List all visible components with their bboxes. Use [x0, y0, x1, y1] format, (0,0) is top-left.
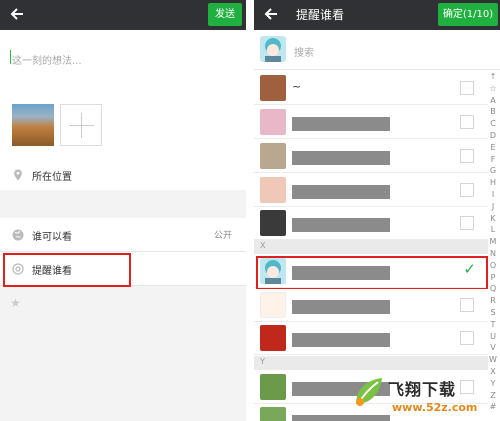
alphabet-index-letter[interactable]: C [488, 119, 498, 128]
contact-row[interactable] [254, 174, 488, 207]
watermark: 飞翔下载 www.52z.com [348, 372, 500, 421]
remind-who-screen: 提醒谁看 确定(1/10) 搜索 ~ X ✓ Y ↑ ☆ A B C D E F… [254, 0, 500, 421]
alphabet-index-letter[interactable]: ↑ [488, 72, 498, 81]
send-button[interactable]: 发送 [208, 3, 242, 26]
alphabet-index-letter[interactable]: P [488, 273, 498, 282]
contact-checkbox[interactable] [460, 216, 474, 230]
contact-row[interactable] [254, 207, 488, 240]
visibility-label: 谁可以看 [32, 232, 72, 243]
contact-row[interactable] [254, 289, 488, 322]
contact-avatar [260, 407, 286, 421]
alphabet-index-letter[interactable]: U [488, 332, 498, 341]
contact-checkbox[interactable] [460, 298, 474, 312]
contact-name-redacted [292, 333, 390, 347]
contact-checkbox[interactable] [460, 183, 474, 197]
alphabet-index-letter[interactable]: K [488, 214, 498, 223]
contact-avatar [260, 210, 286, 236]
contact-avatar [260, 109, 286, 135]
search-bar[interactable]: 搜索 [254, 30, 500, 70]
confirm-button[interactable]: 确定(1/10) [438, 3, 498, 26]
section-header-y: Y [254, 356, 488, 370]
compose-moment-screen: 发送 这一刻的想法... 所在位置 谁可以看 公开 提醒谁看 ★ [0, 0, 246, 421]
back-arrow-icon[interactable] [8, 5, 26, 23]
alphabet-index-letter[interactable]: O [488, 261, 498, 270]
section-header-x: X [254, 240, 488, 254]
alphabet-index-letter[interactable]: D [488, 131, 498, 140]
contact-avatar [260, 143, 286, 169]
star-icon[interactable]: ★ [10, 296, 21, 310]
contact-row[interactable]: ~ [254, 72, 488, 105]
search-input[interactable]: 搜索 [294, 44, 314, 59]
contact-name-redacted [292, 151, 390, 165]
contact-name-redacted [292, 218, 390, 232]
alphabet-index-letter[interactable]: F [488, 155, 498, 164]
globe-icon [12, 229, 24, 241]
alphabet-index-letter[interactable]: Q [488, 284, 498, 293]
contact-avatar [260, 325, 286, 351]
text-cursor [10, 50, 11, 64]
highlight-box-remind [3, 253, 131, 287]
top-bar: 提醒谁看 确定(1/10) [254, 0, 500, 30]
contact-avatar [260, 75, 286, 101]
screen-divider [246, 0, 254, 421]
alphabet-index-letter[interactable]: N [488, 249, 498, 258]
highlight-box-selected [256, 256, 488, 290]
alphabet-index-letter[interactable]: M [488, 237, 498, 246]
contact-checkbox[interactable] [460, 115, 474, 129]
alphabet-index-letter[interactable]: H [488, 178, 498, 187]
contact-avatar [260, 177, 286, 203]
contact-name: ~ [292, 80, 302, 93]
contact-row[interactable] [254, 106, 488, 139]
location-row[interactable]: 所在位置 [0, 160, 246, 190]
visibility-row[interactable]: 谁可以看 公开 [0, 218, 246, 252]
contact-row[interactable] [254, 140, 488, 173]
contact-checkbox[interactable] [460, 149, 474, 163]
location-label: 所在位置 [32, 172, 72, 183]
watermark-brand: 飞翔下载 [388, 380, 457, 399]
selected-contact-avatar[interactable] [260, 36, 286, 62]
contact-checkbox[interactable] [460, 331, 474, 345]
alphabet-index-letter[interactable]: A [488, 96, 498, 105]
alphabet-index-letter[interactable]: ☆ [488, 84, 498, 93]
add-photo-button[interactable] [60, 104, 102, 146]
alphabet-index-letter[interactable]: E [488, 143, 498, 152]
alphabet-index-letter[interactable]: B [488, 107, 498, 116]
alphabet-index-letter[interactable]: T [488, 320, 498, 329]
contact-row[interactable] [254, 322, 488, 355]
leaf-logo-icon [356, 378, 382, 406]
alphabet-index-letter[interactable]: S [488, 308, 498, 317]
alphabet-index-letter[interactable]: V [488, 343, 498, 352]
location-pin-icon [14, 169, 22, 181]
contact-name-redacted [292, 300, 390, 314]
contact-name-redacted [292, 185, 390, 199]
alphabet-index-letter[interactable]: J [488, 202, 498, 211]
photo-thumbnail[interactable] [12, 104, 54, 146]
contact-avatar [260, 374, 286, 400]
alphabet-index-letter[interactable]: G [488, 166, 498, 175]
alphabet-index-letter[interactable]: W [488, 355, 498, 364]
alphabet-index-letter[interactable]: R [488, 296, 498, 305]
alphabet-index-letter[interactable]: I [488, 190, 498, 199]
top-bar: 发送 [0, 0, 246, 30]
visibility-value: 公开 [213, 231, 232, 241]
watermark-url: www.52z.com [392, 401, 478, 414]
alphabet-index-letter[interactable]: L [488, 225, 498, 234]
compose-input[interactable]: 这一刻的想法... [12, 52, 82, 67]
contact-checkbox[interactable] [460, 81, 474, 95]
back-arrow-icon[interactable] [262, 5, 280, 23]
contact-avatar [260, 292, 286, 318]
contact-name-redacted [292, 117, 390, 131]
page-title: 提醒谁看 [296, 8, 345, 22]
